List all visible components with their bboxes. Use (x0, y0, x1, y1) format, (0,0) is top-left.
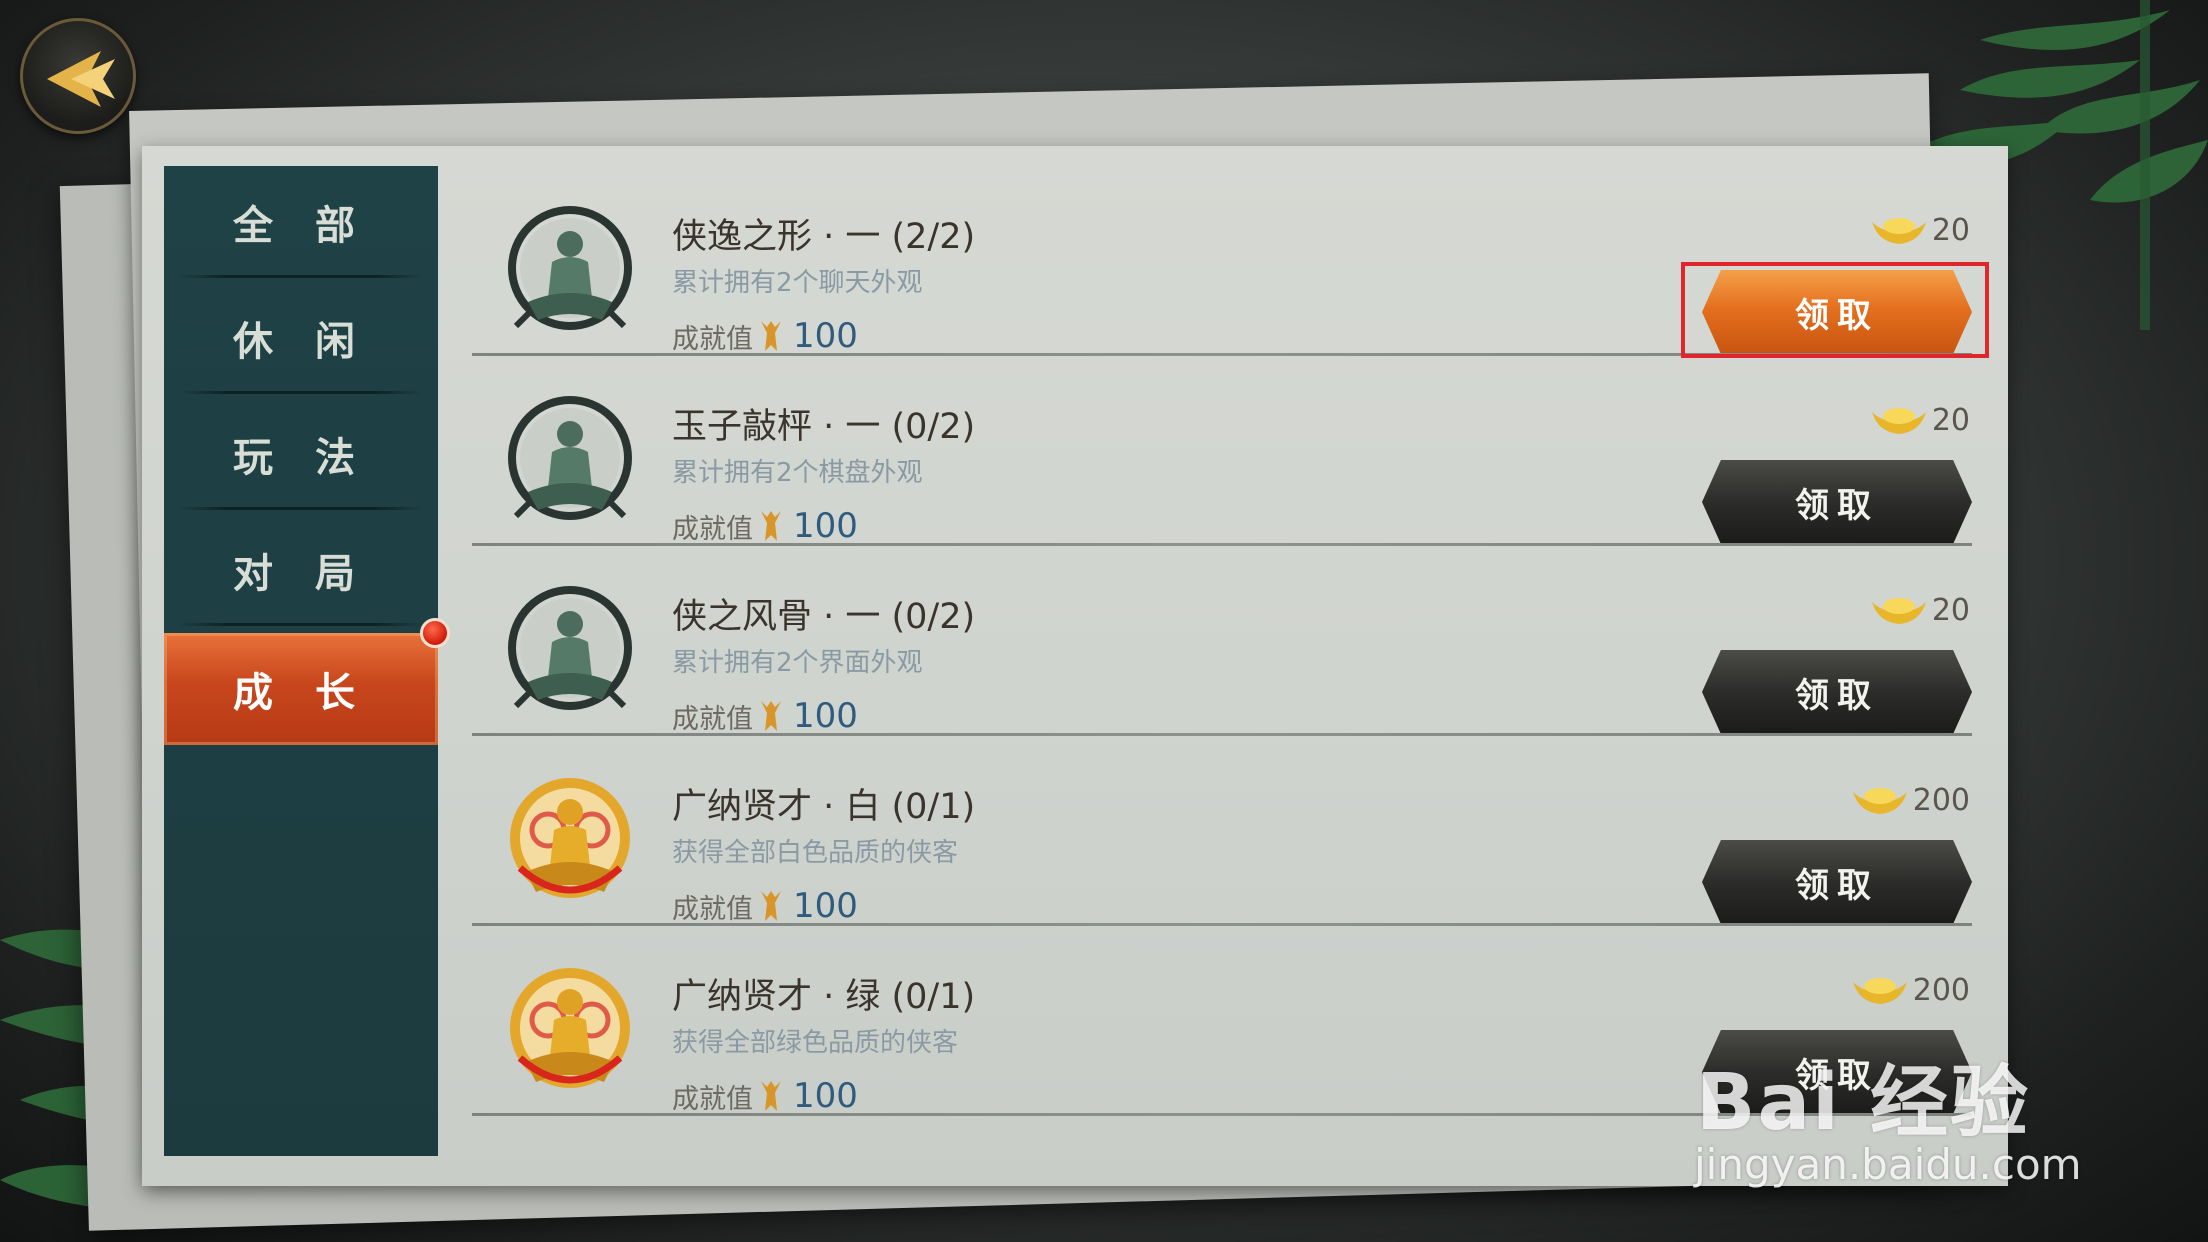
achievement-description: 累计拥有2个界面外观 (672, 648, 923, 678)
tab-match[interactable]: 对 局 (164, 514, 438, 626)
achievement-row: 侠之风骨 · 一 (0/2) 累计拥有2个界面外观 成就值 100 20 领取 (472, 546, 1972, 736)
achievement-row: 玉子敲枰 · 一 (0/2) 累计拥有2个棋盘外观 成就值 100 20 领取 (472, 356, 1972, 546)
baidu-watermark-logo: Bai 经验 (1696, 1058, 2030, 1148)
achievement-title: 玉子敲枰 · 一 (0/2) (672, 407, 976, 447)
reward: 20 (1870, 212, 1970, 248)
reward: 20 (1870, 402, 1970, 438)
reward-value: 20 (1931, 592, 1970, 628)
tab-gameplay[interactable]: 玩 法 (164, 398, 438, 510)
achievement-description: 获得全部绿色品质的侠客 (672, 1028, 959, 1058)
jade-medal-icon (508, 206, 632, 330)
achievement-title: 广纳贤才 · 白 (0/1) (672, 787, 976, 827)
gold-medal-icon (510, 968, 630, 1088)
tab-growth[interactable]: 成 长 (164, 633, 438, 745)
achievement-score: 成就值 100 (672, 316, 858, 356)
reward-value: 20 (1931, 402, 1970, 438)
back-button[interactable] (20, 18, 136, 134)
achievement-score: 成就值 100 (672, 506, 858, 546)
score-value: 100 (793, 1076, 858, 1116)
trophy-icon (761, 891, 781, 921)
score-label: 成就值 (672, 513, 753, 545)
score-value: 100 (793, 696, 858, 736)
achievement-title: 侠逸之形 · 一 (2/2) (672, 217, 976, 257)
gold-ingot-icon (1871, 598, 1926, 624)
score-value: 100 (793, 506, 858, 546)
achievement-description: 获得全部白色品质的侠客 (672, 838, 959, 868)
claim-button[interactable]: 领取 (1702, 650, 1972, 734)
reward-value: 20 (1931, 212, 1970, 248)
claim-button[interactable]: 领取 (1702, 460, 1972, 544)
baidu-watermark-url: jingyan.baidu.com (1694, 1140, 2082, 1189)
achievement-score: 成就值 100 (672, 886, 858, 926)
achievement-score: 成就值 100 (672, 696, 858, 736)
score-value: 100 (793, 886, 858, 926)
score-label: 成就值 (672, 323, 753, 355)
reward: 20 (1870, 592, 1970, 628)
reward-value: 200 (1912, 782, 1970, 818)
trophy-icon (761, 701, 781, 731)
gold-medal-icon (510, 778, 630, 898)
category-sidebar: 全 部 休 闲 玩 法 对 局 成 长 (164, 166, 438, 1156)
score-label: 成就值 (672, 893, 753, 925)
score-label: 成就值 (672, 703, 753, 735)
highlight-box (1681, 262, 1989, 358)
jade-medal-icon (508, 586, 632, 710)
notification-dot (420, 618, 450, 648)
tab-leisure[interactable]: 休 闲 (164, 282, 438, 394)
reward-value: 200 (1912, 972, 1970, 1008)
claim-button[interactable]: 领取 (1702, 840, 1972, 924)
gold-ingot-icon (1871, 218, 1926, 244)
achievement-title: 侠之风骨 · 一 (0/2) (672, 597, 976, 637)
gold-ingot-icon (1852, 978, 1907, 1004)
gold-ingot-icon (1871, 408, 1926, 434)
score-value: 100 (793, 316, 858, 356)
score-label: 成就值 (672, 1083, 753, 1115)
achievement-score: 成就值 100 (672, 1076, 858, 1116)
gold-ingot-icon (1852, 788, 1907, 814)
reward: 200 (1851, 972, 1970, 1008)
achievement-description: 累计拥有2个聊天外观 (672, 268, 923, 298)
achievement-row: 广纳贤才 · 白 (0/1) 获得全部白色品质的侠客 成就值 100 200 领… (472, 736, 1972, 926)
trophy-icon (761, 511, 781, 541)
tab-all[interactable]: 全 部 (164, 166, 438, 278)
reward: 200 (1851, 782, 1970, 818)
achievement-title: 广纳贤才 · 绿 (0/1) (672, 977, 976, 1017)
jade-medal-icon (508, 396, 632, 520)
trophy-icon (761, 321, 781, 351)
achievement-description: 累计拥有2个棋盘外观 (672, 458, 923, 488)
trophy-icon (761, 1081, 781, 1111)
back-arrow-icon (47, 51, 115, 107)
